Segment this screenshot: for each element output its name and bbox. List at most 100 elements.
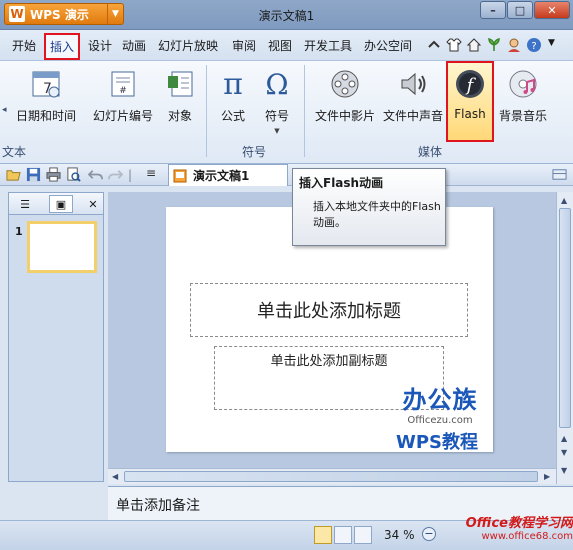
- vertical-scrollbar[interactable]: ▲ ▲ ▼ ▼: [556, 192, 573, 484]
- plant-icon[interactable]: [486, 37, 502, 53]
- film-reel-icon: [328, 67, 362, 101]
- group-label-text: 文本: [2, 145, 27, 159]
- symbol-button[interactable]: Ω 符号 ▼: [258, 67, 296, 136]
- slide-number-button[interactable]: # 幻灯片编号: [90, 67, 156, 124]
- slide-sorter-view-icon[interactable]: [334, 526, 352, 544]
- print-icon[interactable]: [46, 167, 61, 182]
- object-label: 对象: [167, 109, 192, 123]
- sound-from-file-label: 文件中声音: [382, 109, 443, 123]
- office68-watermark-en: www.office68.com: [481, 531, 573, 542]
- minimize-button[interactable]: –: [480, 1, 506, 19]
- flash-tooltip: 插入Flash动画 插入本地文件夹中的Flash动画。: [292, 168, 446, 246]
- tooltip-body: 插入本地文件夹中的Flash动画。: [313, 200, 441, 229]
- office68-watermark-cn: Office教程学习网: [465, 516, 573, 531]
- tab-view[interactable]: 视图: [268, 37, 292, 54]
- title-bar: W WPS 演示 ▼ 演示文稿1 – □ ✕: [0, 0, 573, 30]
- tab-animation[interactable]: 动画: [122, 37, 146, 54]
- symbol-label: 符号: [264, 109, 289, 123]
- group-divider: [206, 65, 207, 157]
- tab-insert[interactable]: 插入: [44, 33, 80, 60]
- document-tab[interactable]: 演示文稿1: [168, 164, 288, 186]
- tooltip-title: 插入Flash动画: [299, 176, 384, 190]
- formula-label: 公式: [220, 109, 245, 123]
- user-avatar-icon[interactable]: [506, 37, 522, 53]
- slide-number-icon: #: [106, 67, 140, 101]
- shirt-icon[interactable]: [446, 37, 462, 53]
- date-time-label: 日期和时间: [15, 109, 76, 123]
- tab-slideshow[interactable]: 幻灯片放映: [158, 37, 218, 54]
- slides-tab-icon[interactable]: ▣: [49, 195, 73, 213]
- tab-design[interactable]: 设计: [88, 37, 112, 54]
- zoom-level: 34 %: [384, 528, 415, 542]
- outline-tab-icon[interactable]: ☰: [13, 195, 37, 213]
- officezu-watermark: 办公族 Officezu.com: [394, 380, 486, 426]
- object-button[interactable]: 对象: [162, 67, 198, 124]
- calendar-icon: 7: [29, 67, 63, 101]
- title-placeholder[interactable]: 单击此处添加标题: [190, 283, 468, 337]
- notes-placeholder: 单击添加备注: [116, 498, 200, 514]
- movie-from-file-button[interactable]: 文件中影片: [310, 67, 380, 124]
- flash-icon: f: [453, 67, 487, 101]
- normal-view-icon[interactable]: [314, 526, 332, 544]
- sound-from-file-button[interactable]: 文件中声音: [382, 67, 444, 124]
- vertical-scroll-thumb[interactable]: [559, 208, 571, 428]
- redo-icon[interactable]: [108, 167, 123, 182]
- scroll-up-icon[interactable]: ▲: [561, 196, 567, 205]
- group-divider: [304, 65, 305, 157]
- wps-tutorial-watermark: WPS教程: [396, 432, 479, 453]
- speaker-icon: [396, 67, 430, 101]
- help-icon[interactable]: ?: [526, 37, 542, 53]
- date-time-button[interactable]: 7 日期和时间: [8, 67, 84, 124]
- home-icon[interactable]: [466, 37, 482, 53]
- tab-review[interactable]: 审阅: [232, 37, 256, 54]
- slideshow-view-icon[interactable]: [354, 526, 372, 544]
- scroll-up-double-icon[interactable]: ▲: [561, 434, 567, 443]
- scroll-down-icon[interactable]: ▼: [561, 466, 567, 475]
- tab-developer[interactable]: 开发工具: [304, 37, 352, 54]
- movie-from-file-label: 文件中影片: [314, 109, 375, 123]
- toolbar-separator: |: [128, 168, 133, 182]
- ribbon-scroll-left-icon[interactable]: ◂: [2, 105, 7, 115]
- presentation-file-icon: [173, 169, 187, 182]
- slide-panel-tabs: ☰ ▣ ✕: [9, 193, 103, 215]
- ribbon-tabs: 开始 插入 设计 动画 幻灯片放映 审阅 视图 开发工具 办公空间 ? ▼: [0, 30, 573, 60]
- close-panel-icon[interactable]: ✕: [81, 195, 105, 213]
- maximize-button[interactable]: □: [507, 1, 533, 19]
- undo-icon[interactable]: [88, 167, 103, 182]
- scroll-left-icon[interactable]: ◀: [112, 472, 118, 481]
- omega-icon: Ω: [265, 67, 289, 101]
- scroll-down-double-icon[interactable]: ▼: [561, 448, 567, 457]
- formula-button[interactable]: π 公式: [214, 67, 252, 124]
- officezu-watermark-en: Officezu.com: [407, 415, 473, 426]
- help-dropdown-icon[interactable]: ▼: [548, 38, 555, 48]
- open-folder-icon[interactable]: [6, 167, 21, 182]
- close-button[interactable]: ✕: [534, 1, 570, 19]
- flash-button[interactable]: f Flash: [448, 67, 492, 121]
- background-music-button[interactable]: 背景音乐: [496, 67, 550, 124]
- tab-office-space[interactable]: 办公空间: [364, 37, 412, 54]
- slide-number-label: 幻灯片编号: [92, 109, 153, 123]
- quick-access-toolbar: | ≡ 演示文稿1: [0, 164, 573, 186]
- slide-thumbnail[interactable]: [27, 221, 97, 273]
- slide-thumbnail-number: 1: [15, 225, 23, 238]
- horizontal-scrollbar[interactable]: ◀ ▶: [108, 468, 556, 484]
- symbol-dropdown-icon[interactable]: ▼: [258, 127, 296, 135]
- tab-home[interactable]: 开始: [12, 37, 36, 54]
- flash-label: Flash: [454, 107, 486, 121]
- slide-panel: ☰ ▣ ✕ 1: [8, 192, 104, 482]
- panel-toggle-icon[interactable]: [552, 167, 567, 182]
- horizontal-scroll-thumb[interactable]: [124, 471, 538, 482]
- svg-text:?: ?: [531, 41, 536, 52]
- svg-text:#: #: [119, 86, 127, 96]
- pi-icon: π: [223, 66, 243, 102]
- zoom-out-icon[interactable]: −: [422, 527, 436, 541]
- save-icon[interactable]: [26, 167, 41, 182]
- group-label-symbols: 符号: [242, 145, 267, 159]
- document-tab-label: 演示文稿1: [193, 169, 250, 183]
- customize-toolbar-icon[interactable]: ≡: [146, 166, 156, 180]
- chevron-up-icon[interactable]: [426, 37, 442, 53]
- officezu-watermark-cn: 办公族: [402, 386, 478, 414]
- scroll-right-icon[interactable]: ▶: [544, 472, 550, 481]
- print-preview-icon[interactable]: [66, 167, 81, 182]
- group-label-media: 媒体: [418, 145, 443, 159]
